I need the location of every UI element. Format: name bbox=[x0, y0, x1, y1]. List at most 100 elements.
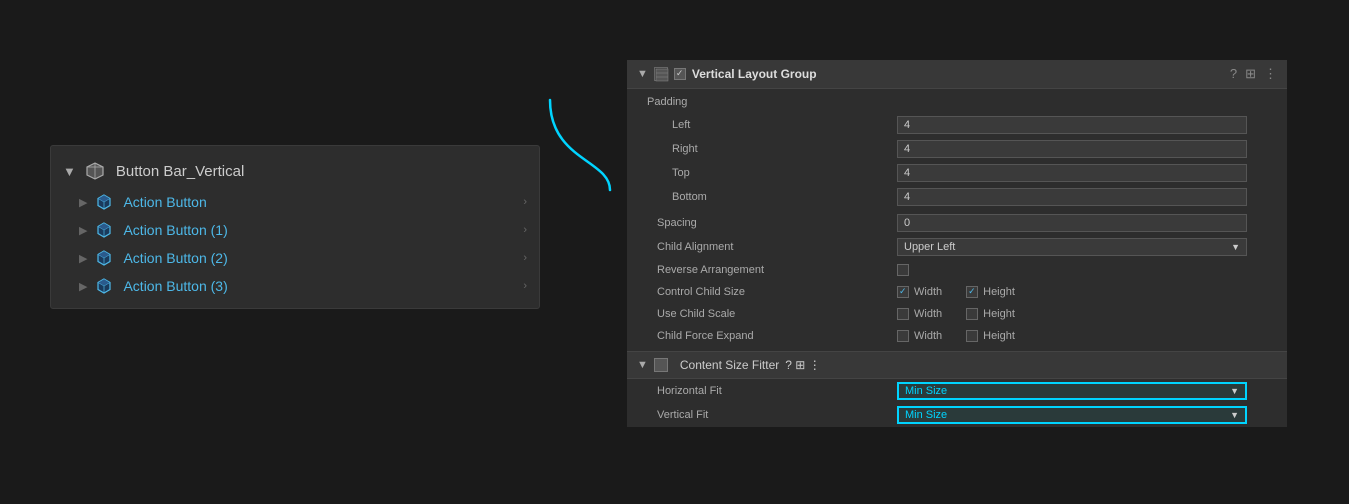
csf-resize-icon[interactable]: ⊞ bbox=[795, 358, 805, 372]
vlg-menu-icon[interactable]: ⋮ bbox=[1264, 66, 1277, 82]
padding-right-input[interactable] bbox=[897, 140, 1247, 158]
use-child-scale-width-item: Width bbox=[897, 308, 942, 320]
control-child-size-height-checkbox[interactable] bbox=[966, 286, 978, 298]
hierarchy-item-1[interactable]: ▶ Action Button (1) › bbox=[51, 216, 539, 244]
reverse-arrangement-checkbox[interactable] bbox=[897, 264, 909, 276]
padding-bottom-input[interactable] bbox=[897, 188, 1247, 206]
reverse-arrangement-label: Reverse Arrangement bbox=[637, 264, 897, 276]
vertical-fit-dropdown-text: Min Size bbox=[905, 409, 947, 421]
child-alignment-dropdown-text: Upper Left bbox=[904, 241, 955, 253]
item-cube-icon-2 bbox=[95, 249, 113, 267]
control-child-size-height-label: Height bbox=[983, 286, 1015, 298]
use-child-scale-height-checkbox[interactable] bbox=[966, 308, 978, 320]
padding-bottom-value bbox=[897, 188, 1277, 206]
spacing-value bbox=[897, 214, 1277, 232]
root-cube-icon bbox=[84, 160, 106, 182]
use-child-scale-width-checkbox[interactable] bbox=[897, 308, 909, 320]
padding-bottom-label: Bottom bbox=[637, 191, 897, 203]
item-chevron-0[interactable]: › bbox=[523, 196, 527, 208]
use-child-scale-height-item: Height bbox=[966, 308, 1015, 320]
item-chevron-3[interactable]: › bbox=[523, 280, 527, 292]
csf-header: ▼ Content Size Fitter ? ⊞ ⋮ bbox=[627, 351, 1287, 379]
horizontal-fit-dropdown-text: Min Size bbox=[905, 385, 947, 397]
padding-left-label: Left bbox=[637, 119, 897, 131]
child-alignment-dropdown[interactable]: Upper Left ▼ bbox=[897, 238, 1247, 256]
use-child-scale-row: Use Child Scale Width Height bbox=[627, 303, 1287, 325]
child-force-expand-width-label: Width bbox=[914, 330, 942, 342]
root-collapse-arrow[interactable]: ▼ bbox=[63, 164, 76, 179]
vlg-expand-icon[interactable]: ▼ bbox=[637, 68, 648, 80]
control-child-size-row: Control Child Size Width Height bbox=[627, 281, 1287, 303]
csf-expand-icon[interactable]: ▼ bbox=[637, 359, 648, 371]
horizontal-fit-row: Horizontal Fit Min Size ▼ bbox=[627, 379, 1287, 403]
child-force-expand-label: Child Force Expand bbox=[637, 330, 897, 342]
vertical-fit-dropdown-arrow: ▼ bbox=[1230, 410, 1239, 420]
hierarchy-item-3[interactable]: ▶ Action Button (3) › bbox=[51, 272, 539, 300]
padding-label-row: Padding bbox=[627, 91, 1287, 113]
control-child-size-width-checkbox[interactable] bbox=[897, 286, 909, 298]
child-force-expand-row: Child Force Expand Width Height bbox=[627, 325, 1287, 347]
hierarchy-item-2[interactable]: ▶ Action Button (2) › bbox=[51, 244, 539, 272]
reverse-arrangement-value bbox=[897, 264, 1277, 276]
item-cube-icon-3 bbox=[95, 277, 113, 295]
horizontal-fit-dropdown[interactable]: Min Size ▼ bbox=[897, 382, 1247, 400]
child-alignment-row: Child Alignment Upper Left ▼ bbox=[627, 235, 1287, 259]
vlg-header: ▼ Vertical Layout Group ? ⊞ ⋮ bbox=[627, 60, 1287, 89]
padding-right-row: Right bbox=[627, 137, 1287, 161]
use-child-scale-width-label: Width bbox=[914, 308, 942, 320]
child-force-expand-height-label: Height bbox=[983, 330, 1015, 342]
child-force-expand-height-checkbox[interactable] bbox=[966, 330, 978, 342]
spacing-row: Spacing bbox=[627, 211, 1287, 235]
vertical-fit-label: Vertical Fit bbox=[637, 409, 897, 421]
item-chevron-1[interactable]: › bbox=[523, 224, 527, 236]
padding-top-input[interactable] bbox=[897, 164, 1247, 182]
control-child-size-value: Width Height bbox=[897, 286, 1277, 298]
inspector-panel: ▼ Vertical Layout Group ? ⊞ ⋮ Padding Le… bbox=[627, 60, 1287, 427]
spacing-input[interactable] bbox=[897, 214, 1247, 232]
padding-group-label: Padding bbox=[637, 96, 897, 108]
control-child-size-height-item: Height bbox=[966, 286, 1015, 298]
csf-menu-icon[interactable]: ⋮ bbox=[809, 358, 821, 372]
padding-left-value bbox=[897, 116, 1277, 134]
item-arrow-1[interactable]: ▶ bbox=[79, 224, 87, 237]
padding-bottom-row: Bottom bbox=[627, 185, 1287, 209]
child-alignment-label: Child Alignment bbox=[637, 241, 897, 253]
spacing-label: Spacing bbox=[637, 217, 897, 229]
item-arrow-2[interactable]: ▶ bbox=[79, 252, 87, 265]
child-force-expand-width-item: Width bbox=[897, 330, 942, 342]
vertical-fit-dropdown[interactable]: Min Size ▼ bbox=[897, 406, 1247, 424]
child-force-expand-value: Width Height bbox=[897, 330, 1277, 342]
vlg-help-icon[interactable]: ? bbox=[1230, 66, 1237, 82]
use-child-scale-value: Width Height bbox=[897, 308, 1277, 320]
csf-title: Content Size Fitter bbox=[680, 358, 779, 372]
child-alignment-value: Upper Left ▼ bbox=[897, 238, 1277, 256]
padding-right-label: Right bbox=[637, 143, 897, 155]
hierarchy-item-0[interactable]: ▶ Action Button › bbox=[51, 188, 539, 216]
padding-section: Padding Left Right Top Bottom bbox=[627, 89, 1287, 211]
item-chevron-2[interactable]: › bbox=[523, 252, 527, 264]
hierarchy-root-item[interactable]: ▼ Button Bar_Vertical bbox=[51, 154, 539, 188]
item-cube-icon-1 bbox=[95, 221, 113, 239]
padding-top-row: Top bbox=[627, 161, 1287, 185]
child-force-expand-width-checkbox[interactable] bbox=[897, 330, 909, 342]
vlg-actions: ? ⊞ ⋮ bbox=[1230, 66, 1277, 82]
item-cube-icon-0 bbox=[95, 193, 113, 211]
vlg-enabled-checkbox[interactable] bbox=[674, 68, 686, 80]
padding-right-value bbox=[897, 140, 1277, 158]
use-child-scale-height-label: Height bbox=[983, 308, 1015, 320]
csf-help-icon[interactable]: ? bbox=[785, 358, 792, 372]
csf-icon bbox=[654, 358, 668, 372]
item-arrow-3[interactable]: ▶ bbox=[79, 280, 87, 293]
item-arrow-0[interactable]: ▶ bbox=[79, 196, 87, 209]
padding-top-label: Top bbox=[637, 167, 897, 179]
vlg-resize-icon[interactable]: ⊞ bbox=[1245, 66, 1256, 82]
root-label: Button Bar_Vertical bbox=[116, 163, 244, 180]
child-force-expand-height-item: Height bbox=[966, 330, 1015, 342]
padding-left-input[interactable] bbox=[897, 116, 1247, 134]
connector-curve bbox=[530, 60, 630, 220]
vlg-icon bbox=[654, 67, 668, 81]
use-child-scale-label: Use Child Scale bbox=[637, 308, 897, 320]
horizontal-fit-value: Min Size ▼ bbox=[897, 382, 1277, 400]
hierarchy-panel: ▼ Button Bar_Vertical ▶ Action Button › … bbox=[50, 145, 540, 309]
vertical-fit-row: Vertical Fit Min Size ▼ bbox=[627, 403, 1287, 427]
